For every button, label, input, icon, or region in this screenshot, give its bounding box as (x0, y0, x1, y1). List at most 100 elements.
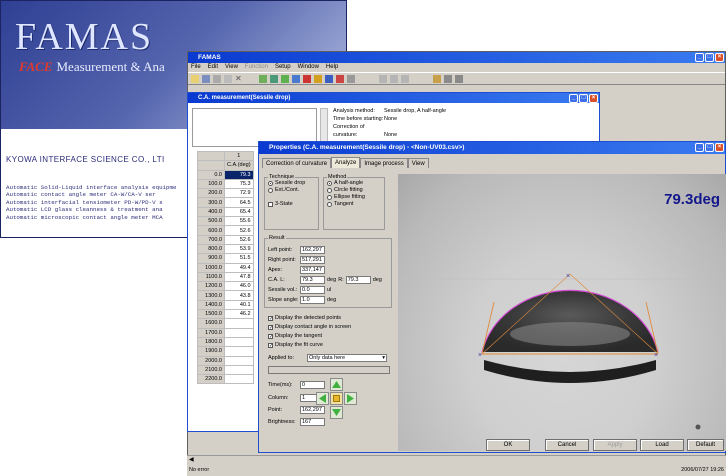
table-row[interactable]: 1200.0 46.0 (197, 281, 254, 292)
arrow-right-button[interactable] (344, 392, 357, 405)
open-icon[interactable] (191, 74, 199, 83)
row-contact-angle[interactable] (224, 355, 254, 366)
arrow-up-button[interactable] (330, 378, 343, 391)
maximize-button[interactable]: □ (705, 53, 714, 62)
arrow-left-button[interactable] (316, 392, 329, 405)
table-row[interactable]: 1300.0 43.8 (197, 290, 254, 301)
dialog-maximize-button[interactable]: □ (705, 143, 714, 152)
row-contact-angle[interactable]: 72.9 (224, 188, 254, 199)
table-row[interactable]: 1500.0 46.2 (197, 309, 254, 320)
tool-icon[interactable] (347, 74, 355, 83)
row-contact-angle[interactable]: 53.9 (224, 243, 254, 255)
row-contact-angle[interactable] (224, 364, 254, 376)
delete-icon[interactable]: ✕ (235, 74, 243, 83)
menu-edit[interactable]: Edit (208, 63, 218, 72)
default-button[interactable]: Default (687, 439, 724, 451)
tool4-icon[interactable] (401, 74, 409, 83)
column-header[interactable]: C.A.(deg) (224, 160, 254, 171)
technique-sessile[interactable]: Sessile drop (268, 180, 318, 187)
table-row[interactable]: 2200.0 (197, 374, 254, 385)
tab-image-process[interactable]: Image process (360, 158, 408, 168)
technique-ext[interactable]: Ext./Cont. (268, 187, 318, 194)
print-icon[interactable] (213, 74, 221, 83)
table-icon[interactable] (325, 74, 333, 83)
check-tangent[interactable]: ✓ Display the tangent (268, 333, 322, 339)
menu-help[interactable]: Help (326, 63, 338, 72)
row-contact-angle[interactable] (224, 374, 254, 385)
method-circle[interactable]: Circle fitting (327, 187, 384, 194)
load-button[interactable]: Load (640, 439, 684, 451)
row-contact-angle[interactable]: 46.2 (224, 309, 254, 320)
record-icon[interactable] (303, 74, 311, 83)
minimize-button[interactable]: _ (695, 53, 704, 62)
row-contact-angle[interactable] (224, 346, 254, 357)
row-contact-angle[interactable]: 47.8 (224, 271, 254, 283)
menu-view[interactable]: View (225, 63, 238, 72)
row-contact-angle[interactable]: 46.0 (224, 281, 254, 292)
table-row[interactable]: 1700.0 (197, 327, 254, 338)
table-row[interactable]: 800.0 53.9 (197, 243, 254, 255)
check-detected-points[interactable]: ✓ Display the detected points (268, 315, 341, 321)
table-row[interactable]: 1400.0 40.1 (197, 299, 254, 311)
table-row[interactable]: 700.0 52.6 (197, 234, 254, 245)
tool3-icon[interactable] (390, 74, 398, 83)
applied-to-select[interactable]: Only data here ▾ (307, 354, 387, 362)
graph-icon[interactable] (314, 74, 322, 83)
settings-icon[interactable] (336, 74, 344, 83)
table-row[interactable]: 600.0 52.6 (197, 225, 254, 236)
help-icon[interactable] (433, 74, 441, 83)
row-contact-angle[interactable]: 79.3 (224, 169, 254, 180)
three-state-checkbox[interactable]: 3-State (268, 201, 318, 208)
row-contact-angle[interactable]: 49.4 (224, 262, 254, 273)
row-contact-angle[interactable]: 52.6 (224, 225, 254, 236)
table-row[interactable]: 2000.0 (197, 355, 254, 366)
horizontal-scrollbar[interactable]: ◀ (187, 455, 726, 465)
table-row[interactable]: 100.0 75.3 (197, 178, 254, 190)
table-row[interactable]: 1600.0 (197, 318, 254, 329)
tab-correction[interactable]: Correction of curvature (262, 158, 332, 168)
measure-icon[interactable] (259, 74, 267, 83)
scroll-left-icon[interactable]: ◀ (189, 457, 194, 463)
table-row[interactable]: 400.0 65.4 (197, 206, 254, 218)
table-row[interactable]: 2100.0 (197, 364, 254, 376)
method-ellipse[interactable]: Ellipse fitting (327, 194, 384, 201)
dialog-close-button[interactable]: × (715, 143, 724, 152)
row-contact-angle[interactable] (224, 336, 254, 348)
table-row[interactable]: 1000.0 49.4 (197, 262, 254, 273)
cancel-button[interactable]: Cancel (545, 439, 589, 451)
child-close-button[interactable]: × (589, 94, 598, 103)
drop-image-view[interactable]: × × × 79.3deg (398, 174, 726, 451)
row-contact-angle[interactable]: 51.5 (224, 253, 254, 264)
table-row[interactable]: 500.0 55.6 (197, 216, 254, 227)
camera-icon[interactable] (281, 74, 289, 83)
method-half-angle[interactable]: A half-angle (327, 180, 384, 187)
menu-setup[interactable]: Setup (275, 63, 291, 72)
table-row[interactable]: 900.0 51.5 (197, 253, 254, 264)
menu-file[interactable]: File (191, 63, 201, 72)
check-contact-angle[interactable]: ✓ Display contact angle in screen (268, 324, 351, 330)
drop-icon[interactable] (270, 74, 278, 83)
ok-button[interactable]: OK (486, 439, 530, 451)
row-contact-angle[interactable]: 64.5 (224, 197, 254, 208)
child-maximize-button[interactable]: □ (579, 94, 588, 103)
analysis-icon[interactable] (292, 74, 300, 83)
row-contact-angle[interactable]: 43.8 (224, 290, 254, 301)
table-row[interactable]: 1100.0 47.8 (197, 271, 254, 283)
save-icon[interactable] (202, 74, 210, 83)
arrow-down-button[interactable] (330, 406, 343, 419)
extra-icon[interactable] (455, 74, 463, 83)
row-contact-angle[interactable] (224, 327, 254, 338)
table-row[interactable]: 200.0 72.9 (197, 188, 254, 199)
table-row[interactable]: 1800.0 (197, 336, 254, 348)
child-minimize-button[interactable]: _ (569, 94, 578, 103)
table-row[interactable]: 300.0 64.5 (197, 197, 254, 208)
table-row[interactable]: 0.0 79.3 (197, 169, 254, 180)
copy-icon[interactable] (224, 74, 232, 83)
table-row[interactable]: 1900.0 (197, 346, 254, 357)
row-contact-angle[interactable]: 75.3 (224, 178, 254, 190)
tab-analyze[interactable]: Analyze (331, 157, 361, 168)
row-contact-angle[interactable]: 52.6 (224, 234, 254, 245)
dialog-minimize-button[interactable]: _ (695, 143, 704, 152)
close-button[interactable]: × (715, 53, 724, 62)
row-contact-angle[interactable]: 65.4 (224, 206, 254, 218)
